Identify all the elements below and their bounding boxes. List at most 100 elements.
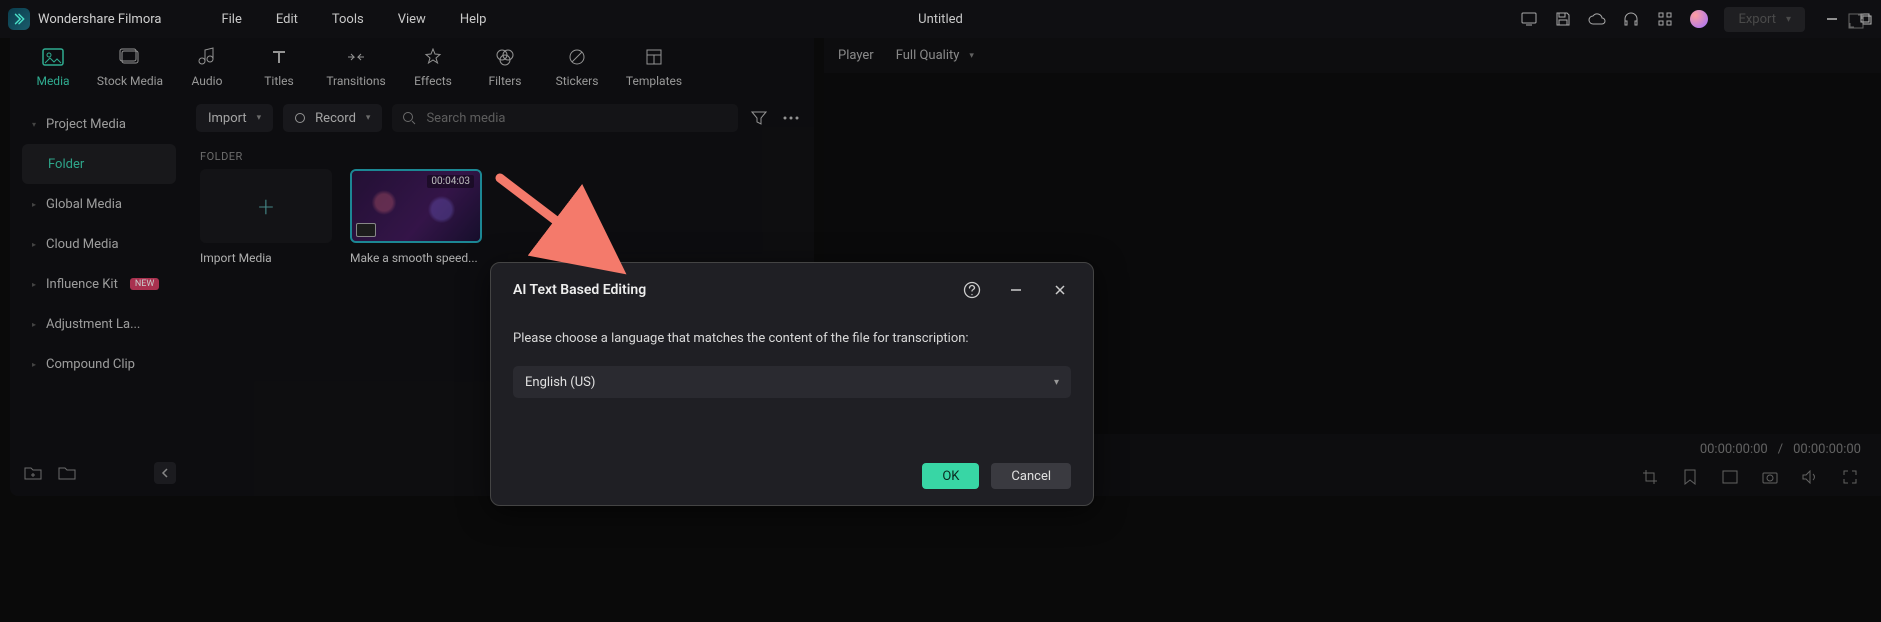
new-badge: NEW: [130, 278, 160, 290]
tab-media[interactable]: Media: [18, 46, 88, 88]
marker-icon[interactable]: [1679, 466, 1701, 488]
fullscreen-icon[interactable]: [1839, 466, 1861, 488]
folder-icon[interactable]: [56, 462, 78, 484]
stickers-icon: [566, 46, 588, 68]
filters-icon: [494, 46, 516, 68]
export-button[interactable]: Export▾: [1724, 7, 1805, 32]
media-icon: [42, 46, 64, 68]
collapse-sidebar[interactable]: [154, 462, 176, 484]
dialog-minimize[interactable]: [1005, 279, 1027, 301]
tab-effects[interactable]: Effects: [398, 46, 468, 88]
search-input[interactable]: [426, 111, 728, 126]
media-sidebar: ▾Project Media Folder ▸Global Media ▸Clo…: [10, 96, 188, 496]
card-label: Import Media: [200, 251, 332, 265]
transitions-icon: [345, 46, 367, 68]
menu-help[interactable]: Help: [460, 12, 487, 27]
tab-stickers[interactable]: Stickers: [542, 46, 612, 88]
tab-stock-media[interactable]: Stock Media: [90, 46, 170, 88]
tab-transitions[interactable]: Transitions: [316, 46, 396, 88]
clip-thumb: 00:04:03: [350, 169, 482, 243]
sidebar-item-adjustment-layer[interactable]: ▸Adjustment La...: [22, 304, 176, 344]
ok-button[interactable]: OK: [922, 463, 979, 489]
search-box[interactable]: [392, 104, 738, 132]
ratio-icon[interactable]: [1719, 466, 1741, 488]
screen-icon[interactable]: [1520, 10, 1538, 28]
sidebar-item-label: Adjustment La...: [46, 317, 140, 332]
tab-filters[interactable]: Filters: [470, 46, 540, 88]
snapshot-icon[interactable]: [1759, 466, 1781, 488]
menu-edit[interactable]: Edit: [276, 12, 298, 27]
tab-audio[interactable]: Audio: [172, 46, 242, 88]
help-icon[interactable]: [961, 279, 983, 301]
tab-label: Transitions: [326, 74, 385, 88]
cancel-button[interactable]: Cancel: [991, 463, 1071, 489]
sidebar-item-cloud-media[interactable]: ▸Cloud Media: [22, 224, 176, 264]
audio-icon: [196, 46, 218, 68]
menu-file[interactable]: File: [221, 12, 241, 27]
templates-icon: [643, 46, 665, 68]
window-minimize[interactable]: [1825, 12, 1839, 26]
search-icon: [402, 111, 416, 125]
sidebar-item-influence-kit[interactable]: ▸Influence KitNEW: [22, 264, 176, 304]
record-button[interactable]: Record▾: [283, 104, 382, 132]
app-logo: [8, 8, 30, 30]
menubar: File Edit Tools View Help: [221, 12, 486, 27]
tab-label: Stock Media: [97, 74, 163, 88]
time-total: 00:00:00:00: [1793, 442, 1861, 457]
avatar[interactable]: [1690, 10, 1708, 28]
import-media-card[interactable]: + Import Media: [200, 169, 332, 265]
import-button[interactable]: Import▾: [196, 104, 273, 132]
ai-text-editing-dialog: AI Text Based Editing Please choose a la…: [490, 262, 1094, 506]
dialog-title: AI Text Based Editing: [513, 282, 646, 298]
tab-label: Templates: [626, 74, 682, 88]
sidebar-item-project-media[interactable]: ▾Project Media: [22, 104, 176, 144]
save-icon[interactable]: [1554, 10, 1572, 28]
plus-icon: +: [258, 190, 274, 223]
mini-thumb-icon: [356, 223, 376, 237]
sidebar-item-label: Folder: [30, 157, 84, 172]
tab-label: Effects: [414, 74, 452, 88]
tab-templates[interactable]: Templates: [614, 46, 694, 88]
time-current: 00:00:00:00: [1700, 442, 1768, 457]
headphones-icon[interactable]: [1622, 10, 1640, 28]
sidebar-item-global-media[interactable]: ▸Global Media: [22, 184, 176, 224]
language-select[interactable]: English (US) ▾: [513, 366, 1071, 398]
effects-icon: [422, 46, 444, 68]
tab-label: Titles: [264, 74, 293, 88]
language-value: English (US): [525, 375, 595, 390]
new-folder-icon[interactable]: [22, 462, 44, 484]
apps-icon[interactable]: [1656, 10, 1674, 28]
tab-label: Audio: [192, 74, 223, 88]
filter-icon[interactable]: [748, 107, 770, 129]
sidebar-item-compound-clip[interactable]: ▸Compound Clip: [22, 344, 176, 384]
menu-tools[interactable]: Tools: [332, 12, 364, 27]
sidebar-item-label: Influence Kit: [46, 277, 118, 292]
dialog-close[interactable]: [1049, 279, 1071, 301]
menu-view[interactable]: View: [398, 12, 426, 27]
tab-titles[interactable]: Titles: [244, 46, 314, 88]
crop-icon[interactable]: [1639, 466, 1661, 488]
dialog-prompt: Please choose a language that matches th…: [513, 331, 1071, 346]
chevron-down-icon: ▾: [1054, 377, 1059, 388]
titles-icon: [268, 46, 290, 68]
app-title: Wondershare Filmora: [38, 12, 161, 27]
stock-icon: [119, 46, 141, 68]
media-clip-card[interactable]: 00:04:03 Make a smooth speed...: [350, 169, 482, 265]
volume-icon[interactable]: [1799, 466, 1821, 488]
sidebar-item-label: Global Media: [46, 197, 122, 212]
cloud-icon[interactable]: [1588, 10, 1606, 28]
tab-label: Media: [36, 74, 69, 88]
sidebar-item-label: Project Media: [46, 117, 126, 132]
tab-label: Stickers: [556, 74, 599, 88]
titlebar: Wondershare Filmora File Edit Tools View…: [0, 0, 1881, 38]
expand-icon[interactable]: [1845, 10, 1867, 32]
record-icon: [295, 113, 305, 123]
section-label: FOLDER: [188, 132, 814, 169]
player-tab[interactable]: Player: [838, 48, 874, 63]
quality-select[interactable]: Full Quality▾: [896, 48, 974, 63]
sidebar-item-folder[interactable]: Folder: [22, 144, 176, 184]
clip-duration: 00:04:03: [427, 175, 474, 188]
more-icon[interactable]: [780, 107, 802, 129]
sidebar-item-label: Compound Clip: [46, 357, 135, 372]
panel-tabs: Media Stock Media Audio Titles Transitio…: [10, 38, 814, 96]
